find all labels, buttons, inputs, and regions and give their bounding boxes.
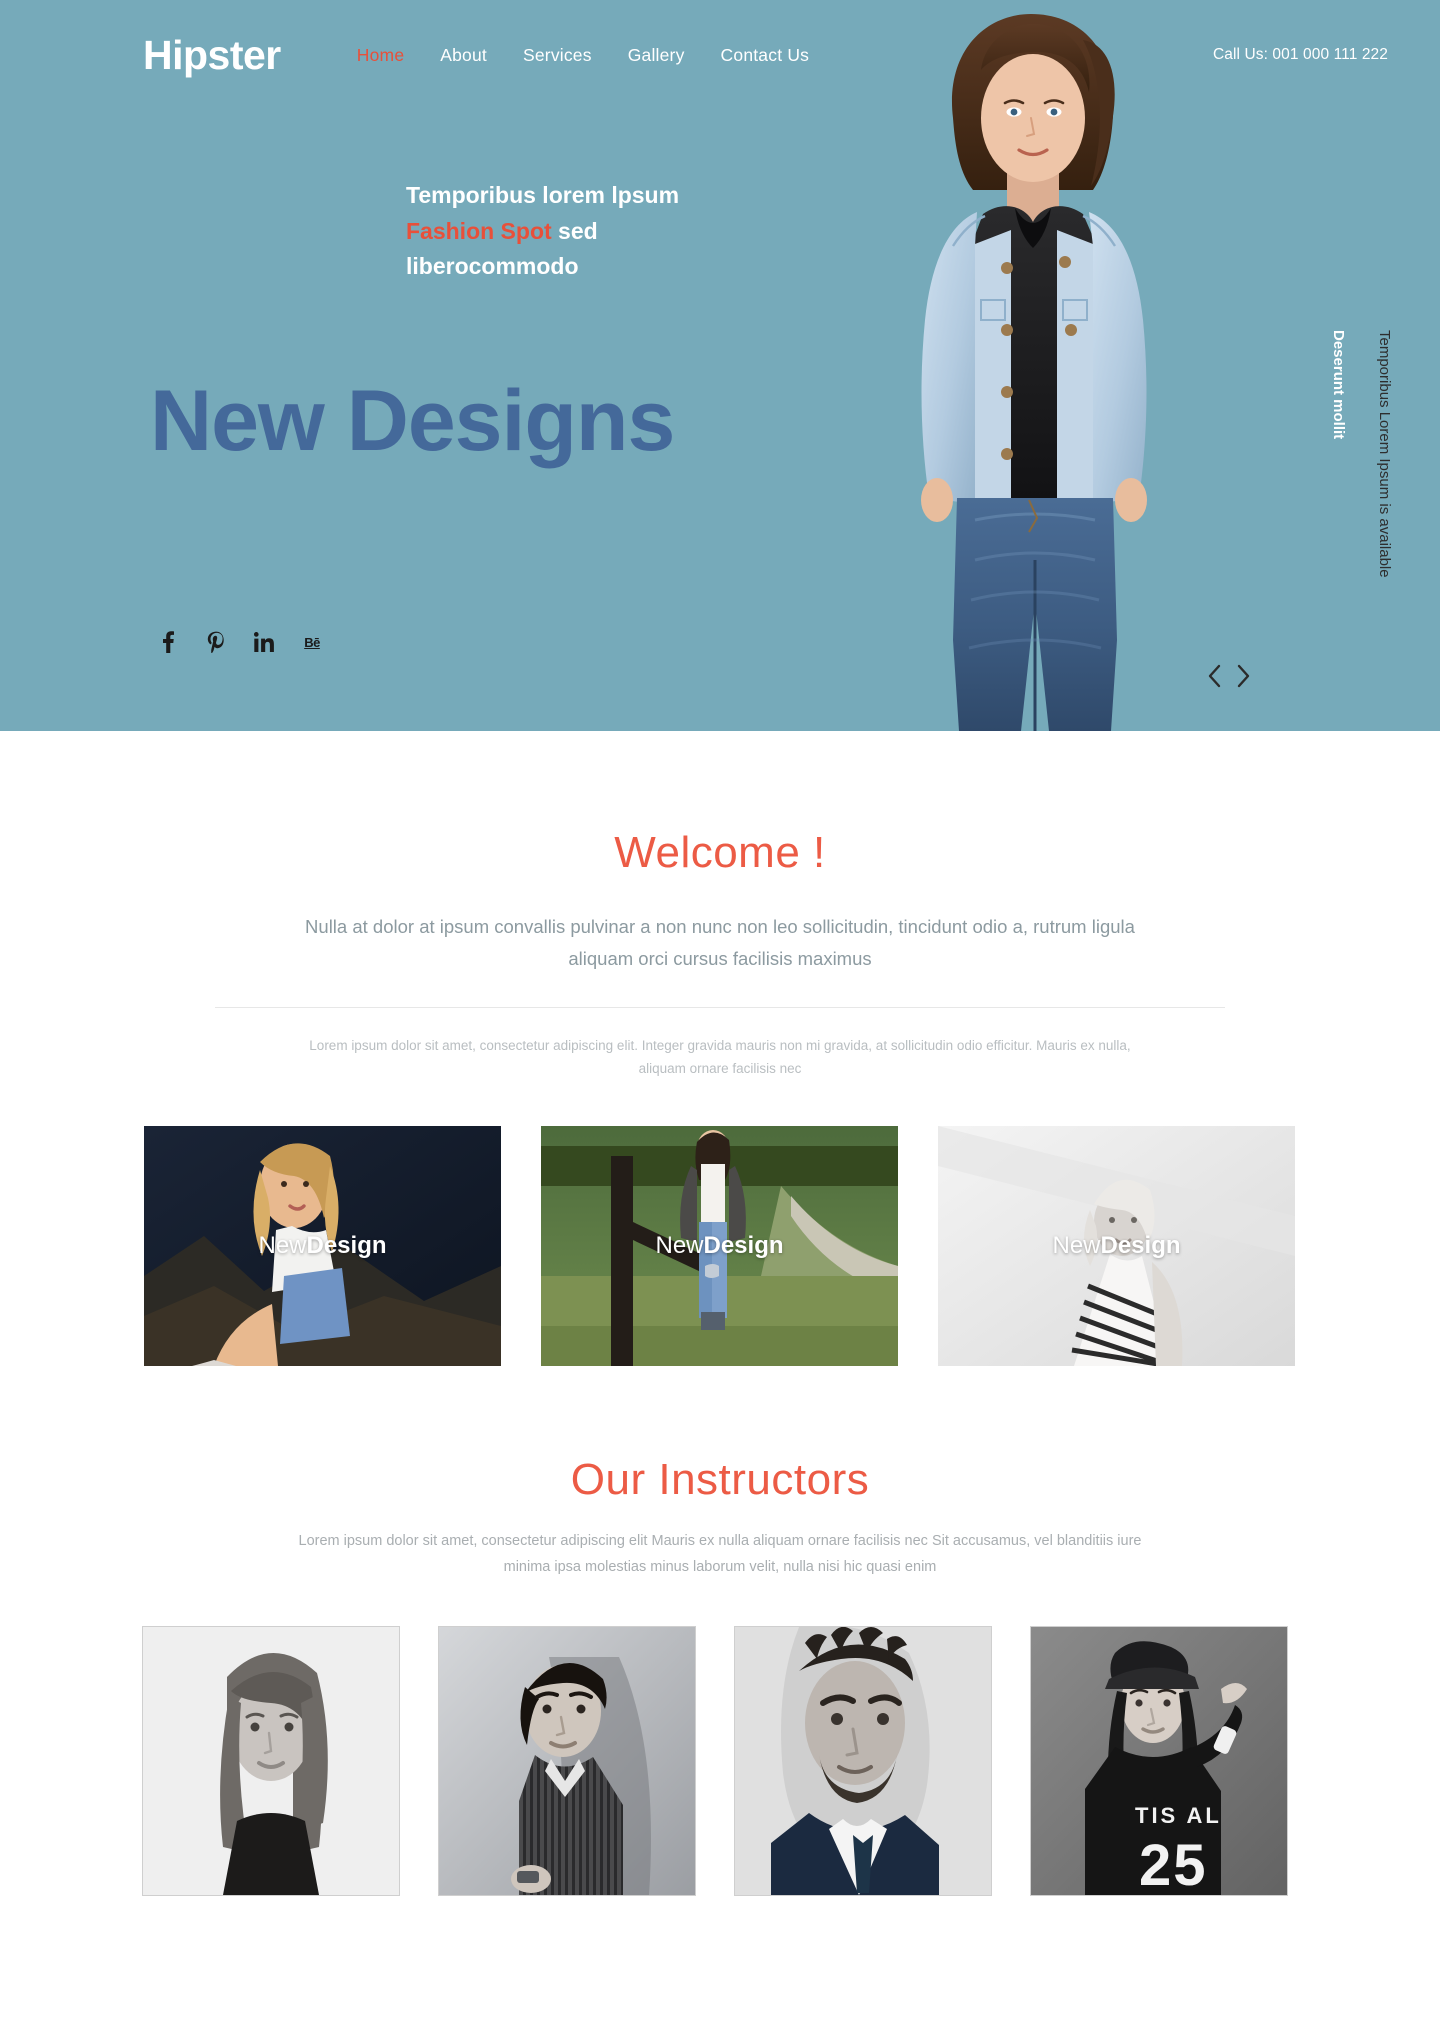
welcome-sub-text: Lorem ipsum dolor sit amet, consectetur … xyxy=(309,1037,1131,1076)
hero-tagline-highlight: Fashion Spot xyxy=(406,217,552,244)
instructor-card[interactable] xyxy=(438,1626,696,1897)
hero-tagline-line-2: Fashion Spot sed xyxy=(406,214,679,250)
site-logo[interactable]: Hipster xyxy=(143,34,281,76)
instructor-card[interactable]: TIS AL 25 xyxy=(1030,1626,1288,1897)
linkedin-icon[interactable] xyxy=(253,630,275,654)
hero-tagline-line-2-rest: sed xyxy=(551,217,598,244)
hero-tagline-line-3: liberocommodo xyxy=(406,253,579,280)
call-us-text: Call Us: 001 000 111 222 xyxy=(1212,46,1388,63)
instructor-card[interactable] xyxy=(142,1626,400,1897)
chevron-right-icon[interactable] xyxy=(1235,663,1253,689)
instructor-card[interactable] xyxy=(734,1626,992,1897)
nav-item-home[interactable]: Home xyxy=(357,45,404,66)
svg-text:TIS AL: TIS AL xyxy=(1135,1803,1222,1828)
hero-carousel-controls xyxy=(1205,663,1253,689)
gallery-section: NewDesign NewDesign NewDesign xyxy=(144,1126,1296,1367)
hero-tagline-line-1: Temporibus lorem lpsum xyxy=(406,182,680,208)
hero-tagline: Temporibus lorem lpsum Fashion Spot sed … xyxy=(406,178,679,285)
nav-item-contact-us[interactable]: Contact Us xyxy=(721,45,810,66)
nav-item-about[interactable]: About xyxy=(440,45,487,66)
hero-social-links: Bē xyxy=(157,630,323,654)
facebook-icon[interactable] xyxy=(157,630,179,654)
pinterest-icon[interactable] xyxy=(205,630,227,654)
behance-icon[interactable]: Bē xyxy=(301,630,323,654)
instructors-section: Our Instructors Lorem ipsum dolor sit am… xyxy=(0,1455,1440,1897)
instructors-title: Our Instructors xyxy=(570,1455,870,1505)
hero-section: Hipster Home About Services Gallery Cont… xyxy=(0,0,1440,731)
svg-text:25: 25 xyxy=(1139,1833,1208,1895)
instructors-sub-text: Lorem ipsum dolor sit amet, consectetur … xyxy=(298,1533,1142,1576)
welcome-lead-text: Nulla at dolor at ipsum convallis pulvin… xyxy=(305,916,1135,969)
hero-side-text-white: Deserunt mollit xyxy=(1329,330,1347,440)
gallery-card[interactable]: NewDesign xyxy=(541,1126,898,1367)
main-navigation: Home About Services Gallery Contact Us xyxy=(357,45,809,66)
nav-item-gallery[interactable]: Gallery xyxy=(628,45,685,66)
instructors-grid: TIS AL 25 xyxy=(136,1626,1304,1897)
chevron-left-icon[interactable] xyxy=(1205,663,1223,689)
nav-item-services[interactable]: Services xyxy=(523,45,592,66)
gallery-card[interactable]: NewDesign xyxy=(938,1126,1295,1367)
gallery-card[interactable]: NewDesign xyxy=(144,1126,501,1367)
hero-side-text-dark: Temporibus Lorem Ipsum is available xyxy=(1376,330,1393,578)
hero-headline: New Designs xyxy=(150,373,675,469)
section-divider xyxy=(215,1006,1225,1008)
top-navigation-bar: Hipster Home About Services Gallery Cont… xyxy=(0,0,1440,110)
hero-side-text-group: Deserunt mollit Temporibus Lorem Ipsum i… xyxy=(1328,330,1395,630)
welcome-title: Welcome ! xyxy=(614,828,826,877)
welcome-section: Welcome ! Nulla at dolor at ipsum conval… xyxy=(0,731,1440,1080)
